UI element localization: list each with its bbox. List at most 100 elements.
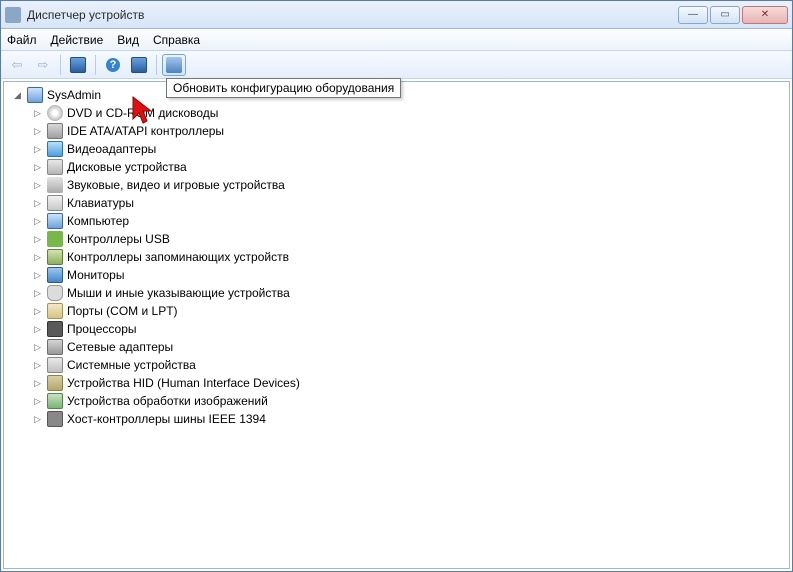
- collapse-icon[interactable]: ◢: [12, 90, 23, 101]
- expand-icon[interactable]: ▷: [32, 180, 43, 191]
- device-category-icon: [47, 123, 63, 139]
- toolbar-separator: [60, 55, 61, 75]
- tree-node-label: Клавиатуры: [67, 196, 134, 210]
- tree-node[interactable]: ▷ Устройства HID (Human Interface Devices…: [6, 374, 787, 392]
- tree-node[interactable]: ▷ Звуковые, видео и игровые устройства: [6, 176, 787, 194]
- expand-icon[interactable]: ▷: [32, 342, 43, 353]
- expand-icon[interactable]: ▷: [32, 216, 43, 227]
- menu-file[interactable]: Файл: [7, 33, 37, 47]
- device-category-icon: [47, 159, 63, 175]
- toolbar: ⇦ ⇨ ? Обновить конфигурацию оборудования: [1, 51, 792, 79]
- back-button[interactable]: ⇦: [5, 54, 29, 76]
- tree-node-label: Устройства обработки изображений: [67, 394, 268, 408]
- tooltip: Обновить конфигурацию оборудования: [166, 78, 401, 98]
- tree-node[interactable]: ▷ Контроллеры запоминающих устройств: [6, 248, 787, 266]
- device-category-icon: [47, 303, 63, 319]
- expand-icon[interactable]: ▷: [32, 108, 43, 119]
- tree-node[interactable]: ▷ IDE ATA/ATAPI контроллеры: [6, 122, 787, 140]
- expand-icon[interactable]: ▷: [32, 198, 43, 209]
- help-button[interactable]: ?: [101, 54, 125, 76]
- titlebar: Диспетчер устройств — ▭ ✕: [1, 1, 792, 29]
- maximize-button[interactable]: ▭: [710, 6, 740, 24]
- root-label: SysAdmin: [47, 88, 101, 102]
- device-category-icon: [47, 267, 63, 283]
- device-category-icon: [47, 357, 63, 373]
- tree-node[interactable]: ▷ Мониторы: [6, 266, 787, 284]
- scan-hardware-icon: [166, 57, 182, 73]
- device-tree-pane[interactable]: ◢ SysAdmin ▷ DVD и CD-ROM дисководы ▷ IDE A…: [3, 81, 790, 569]
- tree-node[interactable]: ▷Дисковые устройства: [6, 158, 787, 176]
- expand-icon[interactable]: ▷: [32, 306, 43, 317]
- forward-arrow-icon: ⇨: [38, 57, 49, 73]
- device-manager-window: Диспетчер устройств — ▭ ✕ Файл Действие …: [0, 0, 793, 572]
- device-category-icon: [47, 321, 63, 337]
- tree-node[interactable]: ▷ DVD и CD-ROM дисководы: [6, 104, 787, 122]
- expand-icon[interactable]: ▷: [32, 126, 43, 137]
- tree-node-label: Мыши и иные указывающие устройства: [67, 286, 290, 300]
- menu-view[interactable]: Вид: [117, 33, 139, 47]
- tree-node-label: Процессоры: [67, 322, 137, 336]
- expand-icon[interactable]: ▷: [32, 288, 43, 299]
- tree-node[interactable]: ▷ Видеоадаптеры: [6, 140, 787, 158]
- tree-node[interactable]: ▷ Хост-контроллеры шины IEEE 1394: [6, 410, 787, 428]
- expand-icon[interactable]: ▷: [32, 414, 43, 425]
- tree-node-label: Мониторы: [67, 268, 124, 282]
- close-button[interactable]: ✕: [742, 6, 788, 24]
- window-title: Диспетчер устройств: [27, 8, 678, 22]
- toolbar-separator: [156, 55, 157, 75]
- device-category-icon: [47, 393, 63, 409]
- device-category-icon: [47, 411, 63, 427]
- tree-node[interactable]: ▷ Мыши и иные указывающие устройства: [6, 284, 787, 302]
- expand-icon[interactable]: ▷: [32, 324, 43, 335]
- expand-icon[interactable]: ▷: [32, 270, 43, 281]
- tree-node[interactable]: ▷Контроллеры USB: [6, 230, 787, 248]
- tree-node[interactable]: ▷ Сетевые адаптеры: [6, 338, 787, 356]
- tree-node[interactable]: ▷ Устройства обработки изображений: [6, 392, 787, 410]
- tree-node[interactable]: ▷ Процессоры: [6, 320, 787, 338]
- minimize-button[interactable]: —: [678, 6, 708, 24]
- show-hide-console-button[interactable]: [66, 54, 90, 76]
- tree-node-label: DVD и CD-ROM дисководы: [67, 106, 218, 120]
- device-category-icon: [47, 249, 63, 265]
- tree-node-label: Хост-контроллеры шины IEEE 1394: [67, 412, 266, 426]
- device-category-icon: [47, 141, 63, 157]
- tree-node-label: Порты (COM и LPT): [67, 304, 178, 318]
- device-category-icon: [47, 339, 63, 355]
- tree-node-label: Сетевые адаптеры: [67, 340, 173, 354]
- tree-node[interactable]: ▷ Клавиатуры: [6, 194, 787, 212]
- properties-icon: [131, 57, 147, 73]
- expand-icon[interactable]: ▷: [32, 360, 43, 371]
- properties-button[interactable]: [127, 54, 151, 76]
- tree-node-label: IDE ATA/ATAPI контроллеры: [67, 124, 224, 138]
- device-category-icon: [47, 285, 63, 301]
- tree-node-label: Устройства HID (Human Interface Devices): [67, 376, 300, 390]
- expand-icon[interactable]: ▷: [32, 144, 43, 155]
- tree-node[interactable]: ▷ Порты (COM и LPT): [6, 302, 787, 320]
- expand-icon[interactable]: ▷: [32, 396, 43, 407]
- device-category-icon: [47, 195, 63, 211]
- expand-icon[interactable]: ▷: [32, 162, 43, 173]
- device-category-icon: [47, 375, 63, 391]
- menubar: Файл Действие Вид Справка: [1, 29, 792, 51]
- scan-hardware-button[interactable]: [162, 54, 186, 76]
- tree-node-label: Видеоадаптеры: [67, 142, 156, 156]
- menu-help[interactable]: Справка: [153, 33, 200, 47]
- tree-children: ▷ DVD и CD-ROM дисководы ▷ IDE ATA/ATAPI ко…: [6, 104, 787, 428]
- back-arrow-icon: ⇦: [12, 57, 23, 73]
- expand-icon[interactable]: ▷: [32, 234, 43, 245]
- app-icon: [5, 7, 21, 23]
- tree-node-label: Системные устройства: [67, 358, 196, 372]
- device-category-icon: [47, 231, 63, 247]
- toolbar-separator: [95, 55, 96, 75]
- menu-action[interactable]: Действие: [51, 33, 104, 47]
- computer-icon: [27, 87, 43, 103]
- tree-node-label: Компьютер: [67, 214, 129, 228]
- tree-node[interactable]: ▷ Системные устройства: [6, 356, 787, 374]
- tree-node[interactable]: ▷ Компьютер: [6, 212, 787, 230]
- expand-icon[interactable]: ▷: [32, 252, 43, 263]
- expand-icon[interactable]: ▷: [32, 378, 43, 389]
- forward-button[interactable]: ⇨: [31, 54, 55, 76]
- tree-node-label: Контроллеры запоминающих устройств: [67, 250, 289, 264]
- device-category-icon: [47, 177, 63, 193]
- tree-node-label: Звуковые, видео и игровые устройства: [67, 178, 285, 192]
